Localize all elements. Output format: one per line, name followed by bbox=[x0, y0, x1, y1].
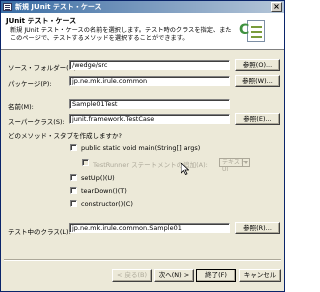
source-folder-label: ソース・フォルダー(D): bbox=[8, 64, 79, 72]
next-button[interactable]: 次へ(N) > bbox=[154, 269, 194, 282]
browse-package-button[interactable]: 参照(W)... bbox=[235, 75, 280, 87]
browse-class-under-test-button[interactable]: 参照(R)... bbox=[235, 222, 280, 234]
window-icon bbox=[3, 3, 12, 11]
name-label: 名前(M): bbox=[8, 103, 34, 111]
chevron-down-icon bbox=[242, 159, 249, 166]
cancel-button[interactable]: キャンセル bbox=[239, 269, 281, 282]
close-button[interactable]: × bbox=[271, 2, 282, 12]
class-under-test-input[interactable]: jp.ne.mk.irule.common.Sample01 bbox=[69, 223, 230, 233]
teardown-checkbox[interactable] bbox=[70, 187, 77, 194]
superclass-input[interactable]: junit.framework.TestCase bbox=[69, 114, 230, 124]
finish-button[interactable]: 終了(F) bbox=[196, 269, 236, 282]
mouse-cursor-icon bbox=[181, 163, 189, 175]
new-junit-test-case-dialog: 新規 JUnit テスト・ケース × JUnit テスト・ケース 新規 JUni… bbox=[0, 0, 285, 292]
window-title: 新規 JUnit テスト・ケース bbox=[15, 3, 102, 11]
testrunner-checkbox[interactable] bbox=[82, 159, 89, 166]
page-title: JUnit テスト・ケース bbox=[6, 17, 77, 25]
setup-label: setUp()(U) bbox=[81, 174, 115, 182]
name-input[interactable]: Sample01Test bbox=[69, 99, 230, 109]
main-method-label: public static void main(String[] args) bbox=[81, 144, 201, 152]
constructor-checkbox[interactable] bbox=[70, 200, 77, 207]
junit-wizard-icon: C bbox=[239, 19, 279, 45]
package-label: パッケージ(P): bbox=[8, 80, 52, 88]
page-description: 新規 JUnit テスト・ケースの名前を選択します。テスト時のクラスを指定、また… bbox=[10, 27, 232, 42]
package-input[interactable]: jp.ne.mk.irule.common bbox=[69, 76, 230, 86]
title-bar: 新規 JUnit テスト・ケース × bbox=[1, 1, 284, 13]
browse-source-folder-button[interactable]: 参照(O)... bbox=[235, 59, 280, 71]
main-method-checkbox[interactable] bbox=[70, 144, 77, 151]
testrunner-label: TestRunner ステートメントの追加(A): bbox=[93, 161, 208, 169]
superclass-label: スーパークラス(S): bbox=[8, 118, 65, 126]
testrunner-type-select[interactable]: テキスト UI bbox=[219, 158, 250, 173]
back-button[interactable]: < 戻る(B) bbox=[112, 269, 152, 282]
browse-superclass-button[interactable]: 参照(E)... bbox=[235, 113, 280, 125]
method-stubs-prompt: どのメソッド・スタブを作成しますか? bbox=[8, 132, 122, 140]
wizard-header: JUnit テスト・ケース 新規 JUnit テスト・ケースの名前を選択します。… bbox=[1, 13, 284, 50]
source-folder-input[interactable]: /wedge/src bbox=[69, 60, 230, 70]
class-under-test-label: テスト中のクラス(L): bbox=[8, 228, 71, 236]
teardown-label: tearDown()(T) bbox=[81, 187, 127, 195]
setup-checkbox[interactable] bbox=[70, 174, 77, 181]
footer-divider bbox=[4, 259, 281, 261]
constructor-label: constructor()(C) bbox=[81, 200, 133, 208]
